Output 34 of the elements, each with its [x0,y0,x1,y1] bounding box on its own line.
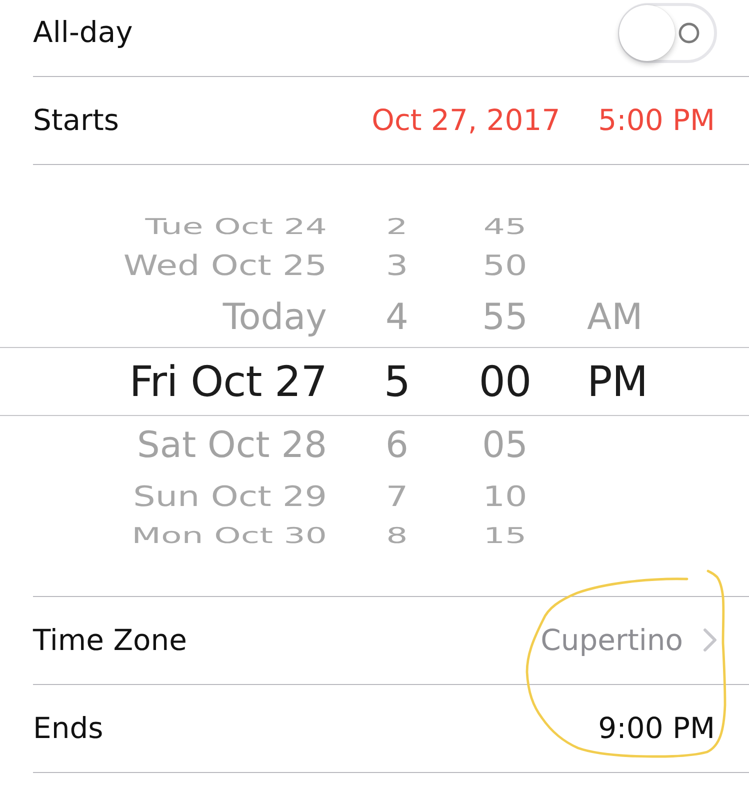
chevron-right-icon [703,628,717,652]
picker-hour[interactable]: 3 [386,252,408,280]
picker-date[interactable]: Today [222,300,327,336]
picker-hour[interactable]: 8 [386,525,408,547]
picker-minute[interactable]: 05 [482,428,528,464]
picker-hour[interactable]: 4 [386,300,408,336]
end-time[interactable]: 9:00 PM [598,711,715,746]
picker-minute[interactable]: 10 [482,483,528,511]
picker-minute[interactable]: 50 [482,252,528,280]
ring-icon [678,22,700,44]
all-day-switch[interactable] [618,2,717,62]
picker-date[interactable]: Sat Oct 28 [137,428,327,464]
picker-period[interactable]: AM [587,300,643,336]
picker-hour[interactable]: 7 [386,483,408,511]
picker-minute[interactable]: 45 [483,216,527,238]
time-zone-label: Time Zone [33,623,188,658]
picker-date[interactable]: Sun Oct 29 [133,483,327,511]
start-date[interactable]: Oct 27, 2017 [372,103,560,138]
picker-period[interactable]: PM [587,360,648,402]
time-zone-value[interactable]: Cupertino [540,623,683,658]
picker-date[interactable]: Tue Oct 24 [145,216,327,238]
picker-hour[interactable]: 2 [386,216,408,238]
picker-minute[interactable]: 55 [482,300,528,336]
all-day-label: All-day [33,15,133,50]
picker-minute[interactable]: 00 [478,360,532,402]
starts-label: Starts [33,103,119,138]
ends-label: Ends [33,711,104,746]
picker-hour[interactable]: 6 [386,428,408,464]
picker-minute[interactable]: 15 [483,525,527,547]
start-time[interactable]: 5:00 PM [598,103,715,138]
picker-hour[interactable]: 5 [384,360,410,402]
picker-date[interactable]: Wed Oct 25 [123,252,327,280]
picker-date[interactable]: Mon Oct 30 [132,525,327,547]
picker-date[interactable]: Fri Oct 27 [129,360,327,402]
